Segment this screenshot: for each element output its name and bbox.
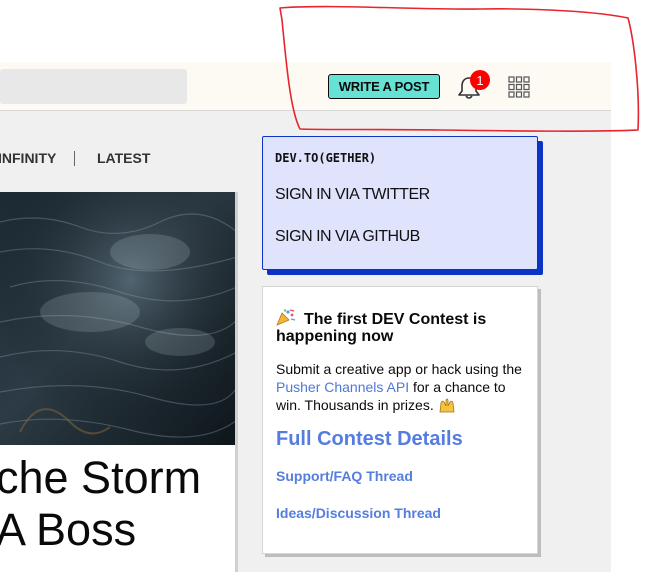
contest-heading: The first DEV Contest is happening now xyxy=(276,309,531,345)
ideas-discussion-thread-link[interactable]: Ideas/Discussion Thread xyxy=(276,505,441,521)
contest-description-lead: Submit a creative app or hack using the xyxy=(276,361,522,377)
tab-separator xyxy=(74,151,75,166)
search-input[interactable] xyxy=(0,69,187,104)
full-contest-details-link[interactable]: Full Contest Details xyxy=(276,428,463,451)
tab-latest[interactable]: LATEST xyxy=(97,150,150,166)
top-navigation-bar: WRITE A POST 1 xyxy=(0,62,611,111)
support-faq-thread-link[interactable]: Support/FAQ Thread xyxy=(276,468,413,484)
contest-heading-text: The first DEV Contest is happening now xyxy=(276,311,487,345)
contest-widget: The first DEV Contest is happening now S… xyxy=(262,286,538,554)
contest-description: Submit a creative app or hack using the … xyxy=(276,360,531,414)
screen: WRITE A POST 1 INFINITY LATEST che Storm… xyxy=(0,0,646,572)
sign-in-twitter-link[interactable]: SIGN IN VIA TWITTER xyxy=(275,186,430,204)
signin-widget-heading: DEV.TO(GETHER) xyxy=(275,151,377,165)
article-card[interactable]: che Storm A Boss xyxy=(0,192,238,572)
apps-grid-icon[interactable] xyxy=(508,76,530,98)
tab-infinity[interactable]: INFINITY xyxy=(0,150,56,166)
write-post-button[interactable]: WRITE A POST xyxy=(328,74,440,99)
sign-in-github-link[interactable]: SIGN IN VIA GITHUB xyxy=(275,228,420,246)
notification-count-badge: 1 xyxy=(470,70,490,90)
pusher-api-link[interactable]: Pusher Channels API xyxy=(276,379,409,395)
raised-hands-icon xyxy=(439,398,455,413)
signin-widget: DEV.TO(GETHER) SIGN IN VIA TWITTER SIGN … xyxy=(262,136,538,270)
party-popper-icon xyxy=(276,309,296,326)
article-cover-image[interactable] xyxy=(0,192,237,445)
article-title[interactable]: che Storm A Boss xyxy=(0,452,235,556)
